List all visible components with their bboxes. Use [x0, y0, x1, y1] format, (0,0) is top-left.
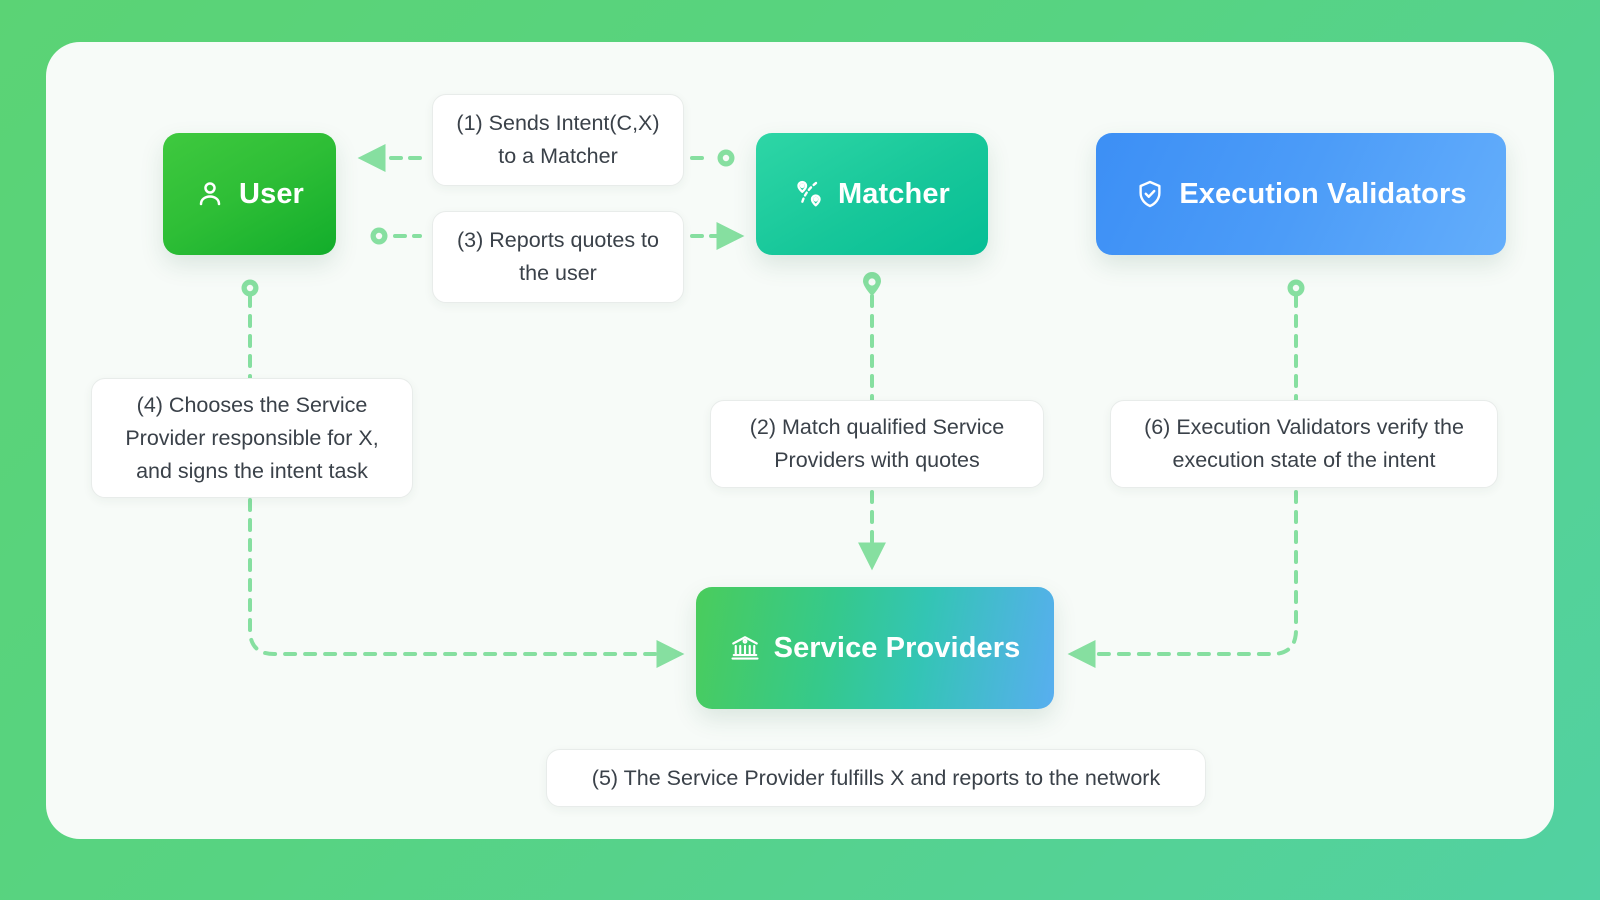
bank-icon	[730, 633, 760, 663]
node-service-providers[interactable]: Service Providers	[696, 587, 1054, 709]
step-label-5: (5) The Service Provider fulfills X and …	[546, 749, 1206, 807]
step-label-6: (6) Execution Validators verify the exec…	[1110, 400, 1498, 488]
shield-check-icon	[1135, 179, 1165, 209]
step-label-3: (3) Reports quotes to the user	[432, 211, 684, 303]
step-label-1: (1) Sends Intent(C,X) to a Matcher	[432, 94, 684, 186]
node-validators-label: Execution Validators	[1179, 177, 1467, 210]
step-label-4: (4) Chooses the Service Provider respons…	[91, 378, 413, 498]
node-providers-label: Service Providers	[773, 631, 1021, 664]
person-icon	[195, 179, 225, 209]
node-user-label: User	[239, 177, 304, 210]
node-user[interactable]: User	[163, 133, 336, 255]
diagram-root: User Matcher Execution Validators Servic…	[0, 0, 1600, 900]
node-matcher[interactable]: Matcher	[756, 133, 988, 255]
node-matcher-label: Matcher	[838, 177, 950, 210]
node-execution-validators[interactable]: Execution Validators	[1096, 133, 1506, 255]
route-pins-icon	[794, 179, 824, 209]
step-label-2: (2) Match qualified Service Providers wi…	[710, 400, 1044, 488]
